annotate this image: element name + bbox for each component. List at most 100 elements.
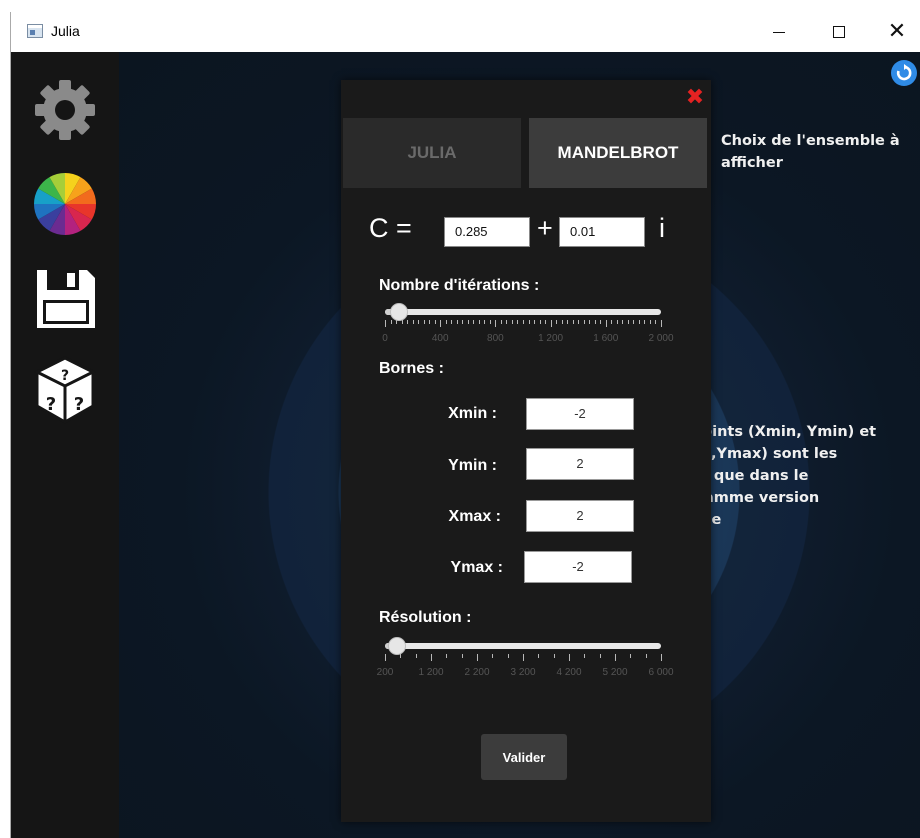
resolution-ticks <box>385 654 662 662</box>
slider-tick-label: 1 200 <box>418 667 444 678</box>
slider-tick <box>462 320 464 324</box>
slider-tick <box>583 320 585 324</box>
slider-tick <box>561 320 563 324</box>
slider-thumb[interactable] <box>387 637 406 655</box>
resolution-label: Résolution : <box>379 609 472 626</box>
slider-tick <box>578 320 580 324</box>
title-bar[interactable]: Julia ✕ <box>11 12 920 52</box>
c-imaginary-unit: i <box>659 213 665 243</box>
bounds-label: Bornes : <box>379 360 444 377</box>
slider-tick <box>385 654 386 661</box>
slider-tick <box>655 320 657 324</box>
slider-track <box>385 309 661 315</box>
window-title: Julia <box>51 23 80 39</box>
colors-button[interactable] <box>33 172 97 236</box>
slider-tick-label: 3 200 <box>510 667 536 678</box>
slider-tick <box>467 320 469 324</box>
slider-tick-label: 800 <box>487 333 504 344</box>
svg-text:?: ? <box>74 394 84 415</box>
ymin-input[interactable]: 2 <box>526 448 634 480</box>
slider-tick-label: 200 <box>376 667 394 678</box>
xmax-input[interactable]: 2 <box>526 500 634 532</box>
slider-tick-label: 2 000 <box>648 333 674 344</box>
slider-tick <box>445 320 447 324</box>
slider-tick <box>528 320 530 324</box>
slider-tick <box>633 320 635 324</box>
slider-tick <box>517 320 519 324</box>
xmin-label: Xmin : <box>448 405 497 422</box>
settings-button[interactable] <box>33 78 97 142</box>
slider-tick <box>545 320 547 324</box>
slider-tick <box>523 654 524 661</box>
slider-tick <box>649 320 651 324</box>
slider-tick <box>645 654 647 658</box>
app-icon <box>27 24 43 38</box>
close-window-button[interactable]: ✕ <box>869 12 920 52</box>
minimize-icon <box>773 31 785 33</box>
refresh-icon <box>896 64 912 81</box>
slider-tick-label: 4 200 <box>556 667 582 678</box>
ymax-input[interactable]: -2 <box>524 551 632 583</box>
slider-tick <box>605 320 607 327</box>
tab-choice-annotation: Choix de l'ensemble à afficher <box>721 133 900 171</box>
save-button[interactable] <box>33 266 97 330</box>
slider-tick <box>661 654 662 661</box>
slider-tick-label: 1 600 <box>593 333 619 344</box>
resolution-tick-labels: 200 1 200 2 200 3 200 4 200 5 200 6 000 <box>377 667 674 681</box>
random-dice-icon: ? ? ? <box>33 356 97 424</box>
xmin-input[interactable]: -2 <box>526 398 634 430</box>
slider-tick <box>390 320 392 324</box>
minimize-button[interactable] <box>751 12 807 52</box>
random-button[interactable]: ? ? ? <box>33 354 97 424</box>
iterations-label: Nombre d'itérations : <box>379 277 540 294</box>
slider-tick <box>434 320 436 324</box>
slider-tick <box>400 654 402 658</box>
validate-button[interactable]: Valider <box>481 734 567 780</box>
slider-tick <box>553 654 555 658</box>
slider-tick <box>415 654 417 658</box>
maximize-button[interactable] <box>811 12 867 52</box>
dialog-close-button[interactable]: ✖ <box>685 87 705 109</box>
slider-tick <box>638 320 640 324</box>
color-wheel-icon <box>34 173 96 235</box>
tab-julia[interactable]: JULIA <box>343 118 521 188</box>
slider-tick <box>567 320 569 324</box>
slider-tick <box>550 320 552 327</box>
slider-tick <box>622 320 624 324</box>
ymin-label: Ymin : <box>448 457 497 474</box>
reset-view-button[interactable] <box>891 60 917 86</box>
slider-tick <box>401 320 403 324</box>
slider-tick <box>489 320 491 324</box>
slider-tick <box>473 320 475 324</box>
slider-track <box>385 643 661 649</box>
slider-tick <box>594 320 596 324</box>
svg-text:?: ? <box>61 368 69 384</box>
c-real-input[interactable]: 0.285 <box>444 217 530 247</box>
iterations-ticks <box>385 320 662 328</box>
c-plus-sign: + <box>537 213 553 243</box>
slider-tick <box>423 320 425 324</box>
slider-tick <box>615 654 616 661</box>
slider-tick <box>644 320 646 324</box>
slider-tick <box>661 320 662 327</box>
slider-tick <box>451 320 453 324</box>
slider-tick <box>569 654 570 661</box>
tab-mandelbrot[interactable]: MANDELBROT <box>529 118 707 188</box>
slider-tick <box>599 654 601 658</box>
complex-constant-row: C = 0.285 + 0.01 i <box>369 213 689 249</box>
slider-tick <box>627 320 629 324</box>
slider-tick-label: 0 <box>382 333 388 344</box>
slider-tick <box>511 320 513 324</box>
slider-tick <box>539 320 541 324</box>
slider-tick <box>412 320 414 324</box>
c-imaginary-input[interactable]: 0.01 <box>559 217 645 247</box>
slider-tick-label: 6 000 <box>648 667 674 678</box>
slider-thumb[interactable] <box>389 303 408 321</box>
slider-tick <box>407 320 409 324</box>
slider-tick <box>495 320 497 327</box>
app-window: Julia ✕ ? ? ? Choix de l'ensemble à affi… <box>10 12 920 838</box>
slider-tick <box>616 320 618 324</box>
settings-dialog: ✖ JULIA MANDELBROT C = 0.285 + 0.01 i No… <box>341 80 711 822</box>
floppy-disk-icon <box>37 270 95 328</box>
slider-tick <box>446 654 448 658</box>
